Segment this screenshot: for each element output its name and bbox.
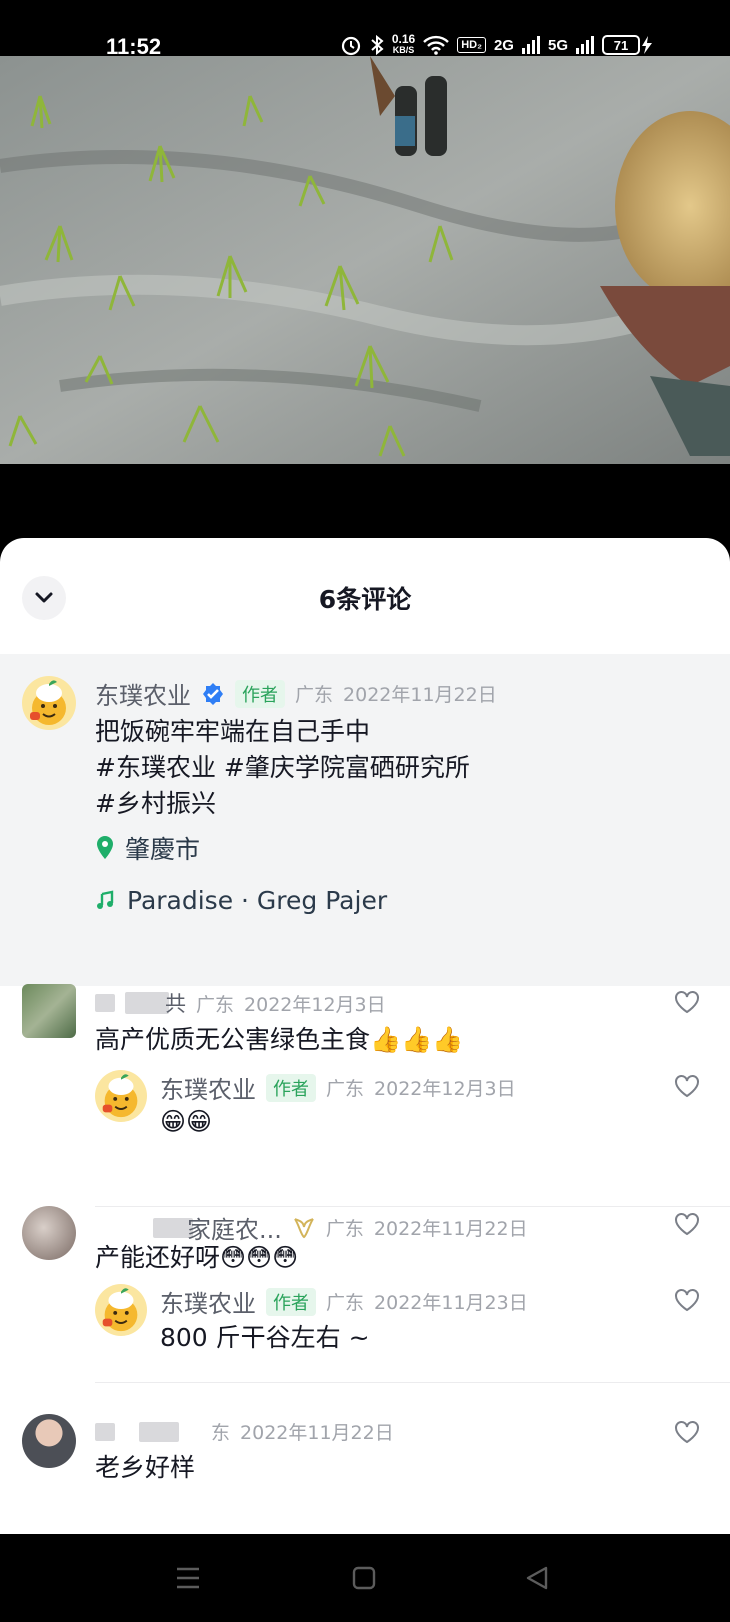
reply-meta-row: 东璞农业 作者 广东 2022年11月23日 bbox=[160, 1284, 528, 1319]
post-date: 2022年11月22日 bbox=[343, 684, 497, 706]
comment-meta-row: 共 广东 2022年12月3日 bbox=[95, 988, 386, 1018]
post-hashtags-line[interactable]: #东璞农业 #肇庆学院富硒研究所 bbox=[95, 750, 470, 786]
comments-count-title: 6条评论 bbox=[318, 585, 412, 614]
author-tag: 作者 bbox=[266, 1287, 316, 1316]
comment-region: 广东 bbox=[196, 993, 235, 1016]
network-speed: 0.16 KB/S bbox=[391, 32, 416, 56]
reply-region: 广东 bbox=[326, 1292, 365, 1314]
back-icon[interactable] bbox=[524, 1565, 550, 1591]
comment-meta-row: 东 2022年11月22日 bbox=[95, 1418, 394, 1445]
status-icons: 0.16 KB/S HD₂ 2G 5G 71 bbox=[340, 32, 652, 56]
music-note-icon bbox=[97, 890, 114, 909]
reply-meta-row: 东璞农业 作者 广东 2022年12月3日 bbox=[160, 1070, 516, 1105]
mascot-avatar-icon bbox=[95, 1284, 147, 1336]
commenter-name[interactable]: 共 bbox=[165, 988, 186, 1018]
speed-unit: KB/S bbox=[392, 45, 415, 55]
author-tag: 作者 bbox=[266, 1073, 316, 1102]
comment-date: 2022年11月22日 bbox=[373, 1218, 528, 1240]
reply-text: 800 斤干谷左右 ~ bbox=[160, 1323, 370, 1352]
comment-divider bbox=[95, 1206, 730, 1207]
reply-date: 2022年12月3日 bbox=[374, 1078, 516, 1100]
wifi-icon bbox=[423, 35, 450, 55]
system-nav-bar bbox=[0, 1534, 730, 1622]
charging-icon bbox=[642, 36, 652, 54]
signal-bars-icon bbox=[521, 36, 540, 54]
status-bar: 11:52 0.16 KB/S HD₂ 2G 5G 71 bbox=[0, 0, 730, 59]
rice-paddy-video-frame bbox=[0, 56, 730, 464]
reply-author-avatar[interactable] bbox=[95, 1284, 147, 1336]
commenter-avatar[interactable] bbox=[22, 1206, 76, 1260]
location-label: 肇慶市 bbox=[125, 835, 201, 864]
comment-text: 产能还好呀😳😳😳 bbox=[95, 1243, 299, 1272]
battery-level: 71 bbox=[602, 35, 640, 55]
post-text: 把饭碗牢牢端在自己手中 #东璞农业 #肇庆学院富硒研究所 #乡村振兴 bbox=[95, 714, 470, 822]
author-avatar[interactable] bbox=[22, 676, 76, 730]
blurred-username bbox=[139, 1421, 179, 1442]
verified-badge-icon bbox=[203, 682, 223, 705]
post-music[interactable]: Paradise · Greg Pajer bbox=[95, 886, 387, 915]
home-icon[interactable] bbox=[352, 1566, 376, 1590]
commenter-avatar[interactable] bbox=[22, 984, 76, 1038]
mascot-avatar-icon bbox=[22, 676, 76, 730]
reply-date: 2022年11月23日 bbox=[374, 1292, 528, 1314]
comment-text: 老乡好样 bbox=[95, 1453, 196, 1482]
blurred-username bbox=[95, 994, 115, 1012]
reply-region: 广东 bbox=[326, 1078, 365, 1100]
author-post: 东璞农业 作者 广东 2022年11月22日 把饭碗牢牢端在自己手中 #东璞农业… bbox=[0, 654, 730, 986]
commenter-avatar[interactable] bbox=[22, 1414, 76, 1468]
reply-author-avatar[interactable] bbox=[95, 1070, 147, 1122]
like-heart-icon[interactable] bbox=[674, 1288, 700, 1312]
post-text-line: 把饭碗牢牢端在自己手中 bbox=[95, 717, 371, 746]
like-heart-icon[interactable] bbox=[674, 1074, 700, 1098]
post-region: 广东 bbox=[295, 684, 334, 706]
comment-date: 2022年12月3日 bbox=[244, 993, 386, 1016]
like-heart-icon[interactable] bbox=[674, 1420, 700, 1444]
comments-header: 6条评论 bbox=[0, 538, 730, 654]
comment-date: 2022年11月22日 bbox=[240, 1422, 394, 1444]
like-heart-icon[interactable] bbox=[674, 990, 700, 1014]
speed-value: 0.16 bbox=[391, 32, 416, 46]
menu-icon[interactable] bbox=[175, 1566, 201, 1590]
alarm-icon bbox=[341, 36, 360, 56]
comment-text: 高产优质无公害绿色主食👍👍👍 bbox=[95, 1025, 464, 1054]
reply-author-name[interactable]: 东璞农业 bbox=[160, 1070, 256, 1105]
ribbon-badge-icon bbox=[294, 1217, 314, 1238]
blurred-username bbox=[95, 1422, 115, 1441]
bluetooth-icon bbox=[371, 34, 384, 56]
mascot-avatar-icon bbox=[95, 1070, 147, 1122]
post-location[interactable]: 肇慶市 bbox=[95, 830, 200, 866]
hd-indicator: HD₂ bbox=[457, 37, 486, 53]
comment-divider bbox=[95, 1382, 730, 1383]
network-5g: 5G bbox=[547, 36, 568, 54]
battery-indicator: 71 bbox=[602, 35, 652, 55]
comment-region: 东 bbox=[211, 1422, 231, 1444]
author-tag: 作者 bbox=[235, 679, 285, 708]
signal-bars-icon bbox=[576, 36, 594, 54]
blurred-username bbox=[125, 992, 169, 1014]
video-player[interactable] bbox=[0, 56, 730, 464]
comment-region: 广东 bbox=[325, 1218, 364, 1240]
comments-sheet: 6条评论 东璞农业 作者 广东 2022年11月22日 把饭碗牢牢端在自己手中 … bbox=[0, 538, 730, 1534]
like-heart-icon[interactable] bbox=[674, 1212, 700, 1236]
reply-author-name[interactable]: 东璞农业 bbox=[160, 1284, 256, 1319]
location-pin-icon bbox=[97, 836, 113, 859]
network-2g: 2G bbox=[493, 36, 514, 54]
status-time: 11:52 bbox=[106, 34, 162, 59]
author-name[interactable]: 东璞农业 bbox=[95, 676, 191, 711]
post-hashtags-line[interactable]: #乡村振兴 bbox=[95, 786, 470, 822]
reply-text: 😁😁 bbox=[160, 1107, 213, 1136]
post-meta-row: 东璞农业 作者 广东 2022年11月22日 bbox=[95, 676, 497, 711]
music-label: Paradise · Greg Pajer bbox=[127, 886, 388, 915]
